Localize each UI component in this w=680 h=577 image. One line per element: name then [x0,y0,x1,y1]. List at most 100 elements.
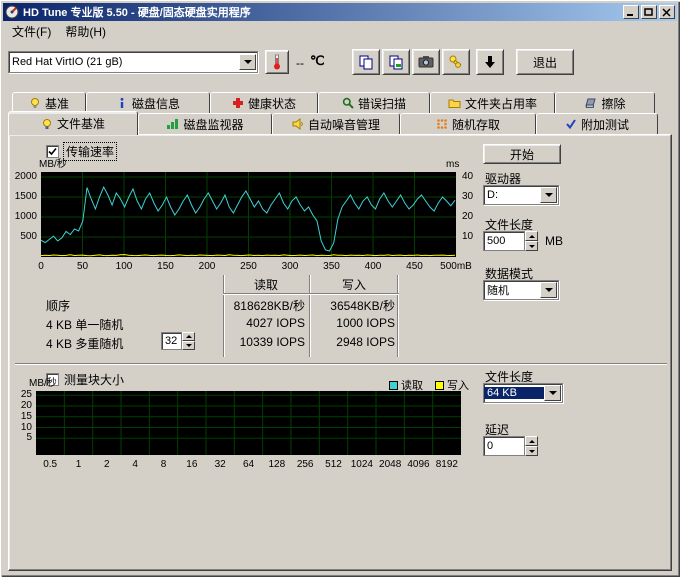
screenshot-button[interactable] [412,49,440,75]
temperature-value: -- [296,56,304,70]
block-size-chart: 2520151050.51248163264128256512102420484… [36,391,461,455]
block-size-checkbox[interactable]: 测量块大小 [46,371,124,388]
chevron-down-icon[interactable] [540,187,557,203]
data-mode-combo[interactable]: 随机 [483,280,559,300]
table-cell: 10339 IOPS [225,335,305,349]
transfer-rate-checkbox[interactable]: 传输速率 [46,143,116,160]
titlebar[interactable]: HD Tune 专业版 5.50 - 硬盘/固态硬盘实用程序 [3,3,677,21]
drive-select-combo[interactable]: Red Hat VirtIO (21 gB) [8,51,258,73]
exit-button[interactable]: 退出 [516,49,574,75]
file-benchmark-icon [41,118,53,130]
table-divider [397,275,399,357]
menu-help[interactable]: 帮助(H) [58,21,113,42]
copy-button[interactable] [352,49,380,75]
spin-down-icon[interactable] [182,341,195,350]
table-cell: 1000 IOPS [313,316,395,330]
info-icon [116,97,128,109]
spinner-buttons[interactable] [182,332,195,350]
tab-label: 擦除 [601,95,625,112]
tab-random-access[interactable]: 随机存取 [400,113,536,134]
chevron-down-icon[interactable] [239,54,256,70]
save-results-button[interactable] [476,49,504,75]
tab-extra-tests[interactable]: 附加测试 [536,113,658,134]
spinner-buttons[interactable] [525,231,538,251]
checkbox-box [46,145,59,158]
minimize-button[interactable] [623,5,639,19]
data-mode-value: 随机 [484,282,540,298]
spin-up-icon[interactable] [525,231,538,241]
spin-up-icon[interactable] [525,436,538,446]
tab-label: 自动噪音管理 [308,116,380,133]
eraser-icon [584,97,597,109]
transfer-chart: 2000150010005004030201005010015020025030… [41,172,456,257]
spinner-buttons[interactable] [525,436,538,456]
section-separator [15,363,667,365]
speaker-icon [292,118,304,130]
delay-value: 0 [483,436,525,456]
tab-disk-info[interactable]: 磁盘信息 [86,92,210,113]
spin-down-icon[interactable] [525,446,538,456]
tick-label: 150 [146,261,186,273]
maximize-icon [644,8,654,17]
tick-label: 1000 [5,211,37,223]
tab-aam[interactable]: 自动噪音管理 [272,113,400,134]
thermometer-icon [270,54,284,70]
temperature-unit: ℃ [310,53,325,69]
file-benchmark-panel: 传输速率 MB/秒 ms 200015001000500403020100501… [8,134,672,571]
drive-combo-value: D: [484,189,540,201]
tab-folder-usage[interactable]: 文件夹占用率 [430,92,555,113]
tab-disk-monitor[interactable]: 磁盘监视器 [138,113,272,134]
row-4k-multi-label: 4 KB 多重随机 [46,335,123,352]
y-axis-left-title: MB/秒 [39,159,67,171]
start-button[interactable]: 开始 [483,144,561,164]
tab-erase[interactable]: 擦除 [555,92,655,113]
copy-results-button[interactable] [382,49,410,75]
health-cross-icon [232,97,244,109]
window-title: HD Tune 专业版 5.50 - 硬盘/固态硬盘实用程序 [23,4,621,20]
close-icon [662,8,672,17]
drive-combo[interactable]: D: [483,185,559,205]
tab-error-scan[interactable]: 错误扫描 [318,92,430,113]
copy-results-icon [388,54,404,70]
block-file-length-combo[interactable]: 64 KB [483,383,563,403]
table-cell: 36548KB/秒 [313,297,395,314]
tick-label: 10 [462,231,482,243]
menu-file[interactable]: 文件(F) [5,21,58,42]
transfer-rate-label: 传输速率 [64,143,116,160]
tab-label: 错误扫描 [358,95,406,112]
tab-label: 文件夹占用率 [465,95,537,112]
tab-benchmark[interactable]: 基准 [12,92,86,113]
file-length-spinner[interactable]: 500 [483,231,538,251]
tab-row-2: 文件基准 磁盘监视器 自动噪音管理 随机存取 附加测试 [8,113,658,135]
spin-up-icon[interactable] [182,332,195,341]
checkmark-icon [565,118,577,130]
tick-label: 100 [104,261,144,273]
delay-spinner[interactable]: 0 [483,436,538,456]
spin-down-icon[interactable] [525,241,538,251]
temperature-button[interactable] [265,50,289,74]
maximize-button[interactable] [641,5,657,19]
legend-read-swatch [389,381,398,390]
start-button-label: 开始 [510,146,534,163]
chevron-down-icon[interactable] [540,282,557,298]
tab-file-benchmark[interactable]: 文件基准 [8,111,138,135]
row-sequential-label: 顺序 [46,297,70,314]
minimize-icon [626,8,636,17]
queue-depth-spinner[interactable]: 32 [161,332,195,350]
copy-icon [358,54,374,70]
tick-label: 8192 [427,459,467,471]
tab-label: 基准 [45,95,69,112]
close-button[interactable] [659,5,675,19]
app-icon [5,5,19,19]
file-length-unit: MB [545,234,563,248]
options-button[interactable] [442,49,470,75]
tab-label: 健康状态 [248,95,296,112]
menubar: 文件(F) 帮助(H) [3,21,677,41]
tick-label: 500 [5,231,37,243]
legend-write-swatch [435,381,444,390]
chevron-down-icon[interactable] [544,385,561,401]
tab-health[interactable]: 健康状态 [210,92,318,113]
tab-row-1: 基准 磁盘信息 健康状态 错误扫描 文件夹占用率 擦除 [12,92,655,113]
tick-label: 1500 [5,191,37,203]
drive-select-value: Red Hat VirtIO (21 gB) [9,56,239,68]
